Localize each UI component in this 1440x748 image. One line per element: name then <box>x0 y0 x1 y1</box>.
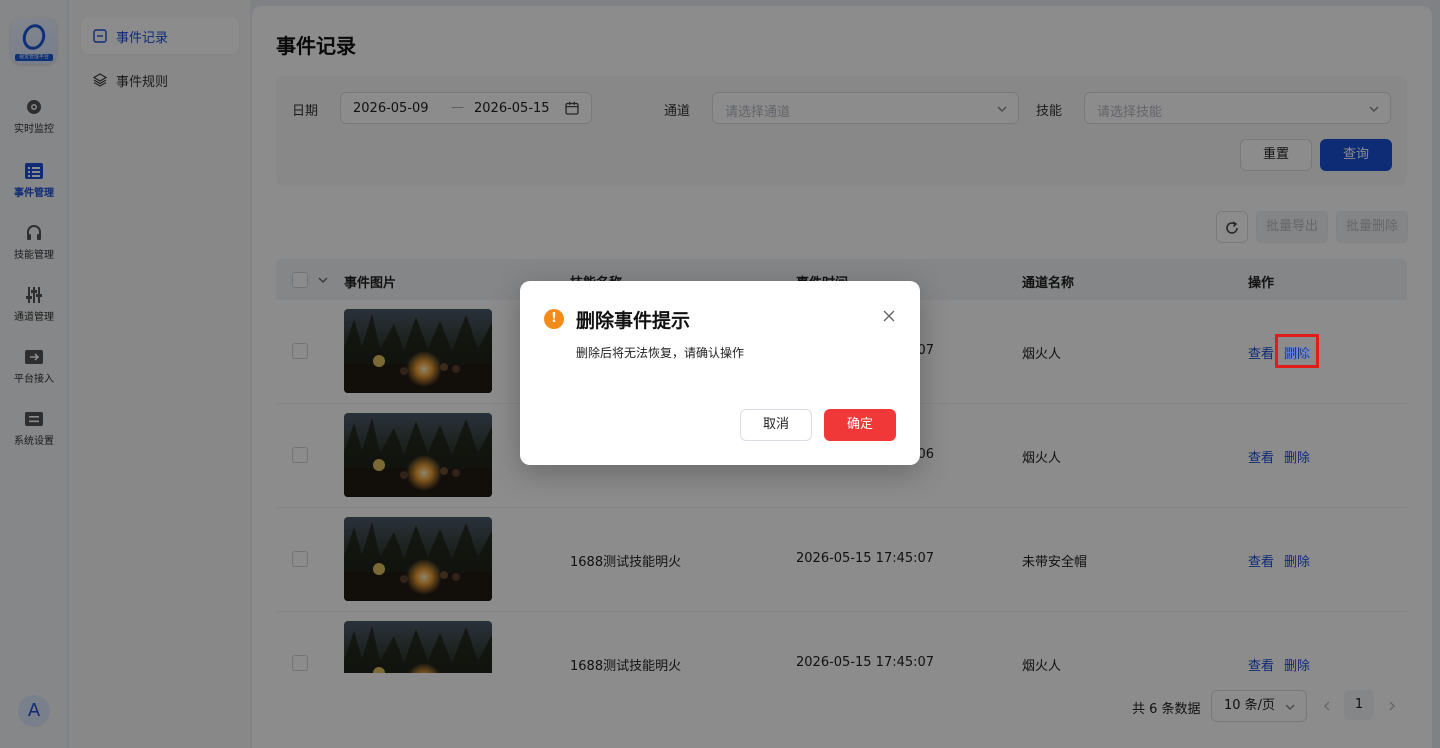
confirm-button[interactable]: 确定 <box>824 409 896 441</box>
warning-icon: ! <box>544 309 564 329</box>
row-1-delete-link-highlighted[interactable]: 删除 <box>1285 343 1311 362</box>
dialog-message: 删除后将无法恢复，请确认操作 <box>576 346 745 360</box>
cancel-button[interactable]: 取消 <box>740 409 812 441</box>
delete-confirm-dialog: ! 删除事件提示 删除后将无法恢复，请确认操作 取消 确定 <box>520 281 920 465</box>
dialog-title: 删除事件提示 <box>576 310 691 332</box>
close-icon[interactable] <box>882 309 896 323</box>
